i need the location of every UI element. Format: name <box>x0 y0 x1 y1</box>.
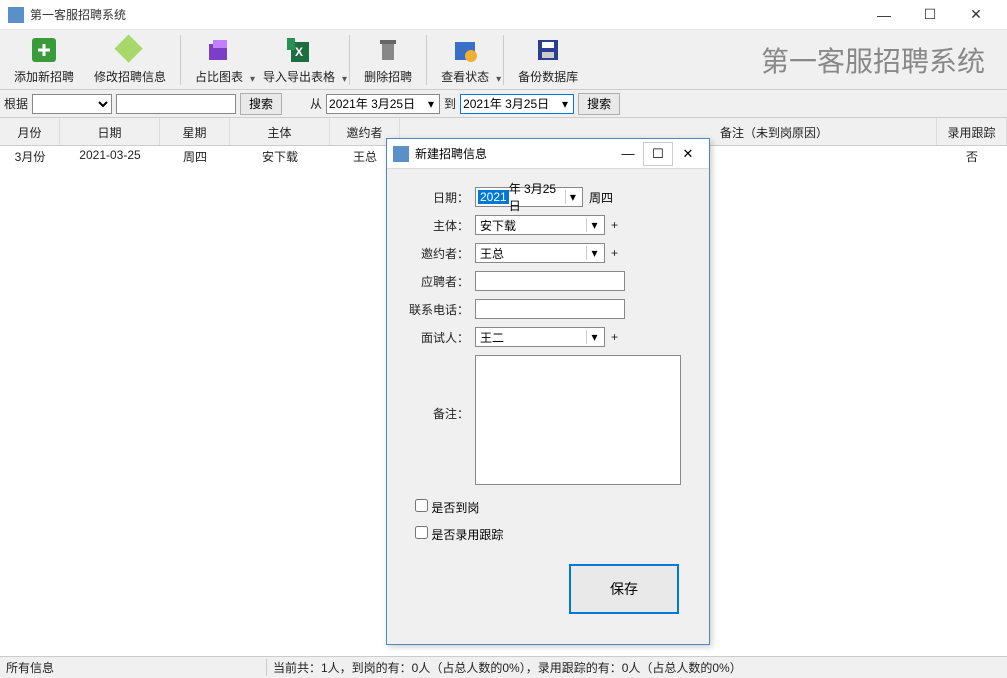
filter-bar: 根据 搜索 从 2021年 3月25日▾ 到 2021年 3月25日▾ 搜索 <box>0 90 1007 118</box>
subject-label: 主体： <box>407 217 469 234</box>
to-label: 到 <box>444 95 456 112</box>
delete-recruit-button[interactable]: 删除招聘 <box>354 32 422 87</box>
arrive-checkbox[interactable]: 是否到岗 <box>415 499 689 516</box>
phone-label: 联系电话： <box>407 301 469 318</box>
applicant-label: 应聘者： <box>407 273 469 290</box>
subject-add-button[interactable]: + <box>611 218 618 232</box>
date-input[interactable]: 2021年 3月25日▾ <box>475 187 583 207</box>
date-week: 周四 <box>589 189 613 206</box>
applicant-input[interactable] <box>475 271 625 291</box>
col-month: 月份 <box>0 118 60 145</box>
interviewer-label: 面试人： <box>407 329 469 346</box>
dialog-minimize-button[interactable]: — <box>613 142 643 166</box>
status-stat: 当前共：1人，到岗的有：0人（占总人数的0%），录用跟踪的有：0人（占总人数的0… <box>266 659 1001 676</box>
import-export-button[interactable]: X 导入导出表格 ▾ <box>253 32 345 87</box>
toolbar: 添加新招聘 修改招聘信息 占比图表 ▾ X 导入导出表格 ▾ 删除招聘 查看状态… <box>0 30 1007 90</box>
from-label: 从 <box>310 95 322 112</box>
chevron-down-icon[interactable]: ▾ <box>342 74 347 85</box>
backup-db-button[interactable]: 备份数据库 <box>508 32 588 87</box>
filter-by-label: 根据 <box>4 95 28 112</box>
track-checkbox[interactable]: 是否录用跟踪 <box>415 526 689 543</box>
edit-icon <box>114 34 146 66</box>
view-status-button[interactable]: 查看状态 ▾ <box>431 32 499 87</box>
subject-select[interactable]: 安下载▾ <box>475 215 605 235</box>
chart-button[interactable]: 占比图表 ▾ <box>185 32 253 87</box>
dialog-close-button[interactable]: ✕ <box>673 142 703 166</box>
save-icon <box>532 34 564 66</box>
dialog-maximize-button[interactable]: ☐ <box>643 142 673 166</box>
add-icon <box>28 34 60 66</box>
col-track: 录用跟踪 <box>937 118 1007 145</box>
new-recruit-dialog: 新建招聘信息 — ☐ ✕ 日期： 2021年 3月25日▾ 周四 主体： 安下载… <box>386 138 710 645</box>
inviter-label: 邀约者： <box>407 245 469 262</box>
excel-icon: X <box>283 34 315 66</box>
titlebar: 第一客服招聘系统 — ☐ ✕ <box>0 0 1007 30</box>
inviter-select[interactable]: 王总▾ <box>475 243 605 263</box>
interviewer-select[interactable]: 王二▾ <box>475 327 605 347</box>
svg-text:X: X <box>295 45 303 59</box>
edit-recruit-button[interactable]: 修改招聘信息 <box>84 32 176 87</box>
save-button[interactable]: 保存 <box>569 564 679 614</box>
inviter-add-button[interactable]: + <box>611 246 618 260</box>
search-button-2[interactable]: 搜索 <box>578 93 620 115</box>
status-info: 所有信息 <box>6 659 266 676</box>
search-button[interactable]: 搜索 <box>240 93 282 115</box>
col-subject: 主体 <box>230 118 330 145</box>
col-date: 日期 <box>60 118 160 145</box>
date-from-select[interactable]: 2021年 3月25日▾ <box>326 94 440 114</box>
window-title: 第一客服招聘系统 <box>30 6 861 23</box>
interviewer-add-button[interactable]: + <box>611 330 618 344</box>
date-to-select[interactable]: 2021年 3月25日▾ <box>460 94 574 114</box>
col-week: 星期 <box>160 118 230 145</box>
status-icon <box>449 34 481 66</box>
brand-title: 第一客服招聘系统 <box>588 40 1003 80</box>
phone-input[interactable] <box>475 299 625 319</box>
filter-by-select[interactable] <box>32 94 112 114</box>
chevron-down-icon[interactable]: ▾ <box>496 74 501 85</box>
filter-text-input[interactable] <box>116 94 236 114</box>
chart-icon <box>203 34 235 66</box>
maximize-button[interactable]: ☐ <box>907 0 953 30</box>
dialog-titlebar: 新建招聘信息 — ☐ ✕ <box>387 139 709 169</box>
remark-label: 备注： <box>407 405 469 422</box>
remark-textarea[interactable] <box>475 355 681 485</box>
minimize-button[interactable]: — <box>861 0 907 30</box>
dialog-title: 新建招聘信息 <box>415 145 613 162</box>
app-icon <box>8 7 24 23</box>
trash-icon <box>372 34 404 66</box>
dialog-icon <box>393 146 409 162</box>
status-bar: 所有信息 当前共：1人，到岗的有：0人（占总人数的0%），录用跟踪的有：0人（占… <box>0 656 1007 678</box>
add-recruit-button[interactable]: 添加新招聘 <box>4 32 84 87</box>
date-label: 日期： <box>407 189 469 206</box>
close-button[interactable]: ✕ <box>953 0 999 30</box>
